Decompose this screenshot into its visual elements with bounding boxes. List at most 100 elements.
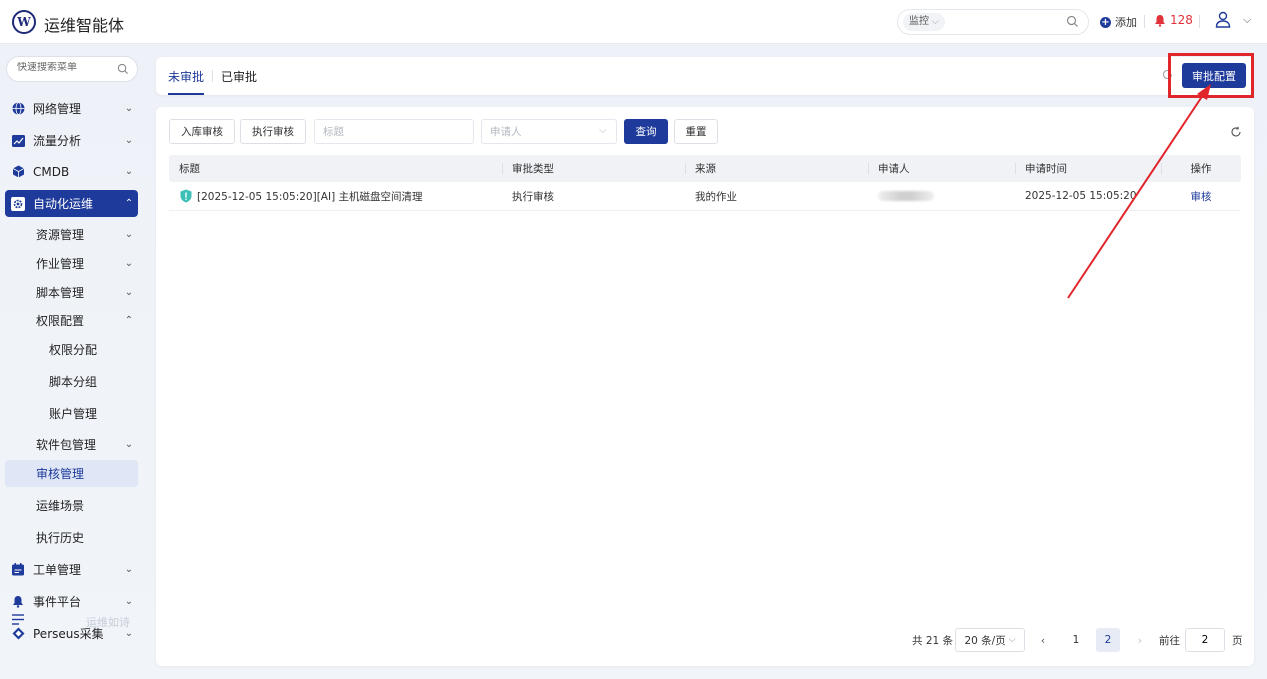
- sidebar-item-label: CMDB: [33, 164, 70, 179]
- chart-icon: [11, 134, 25, 148]
- approval-table: 标题 审批类型 来源 申请人 申请时间 操作 [2025-12-05 15:05…: [169, 155, 1241, 211]
- diamond-icon: [11, 627, 25, 641]
- action-cell: 审核: [1161, 182, 1241, 210]
- sidebar-item-label: 资源管理: [36, 228, 85, 242]
- app-title: 运维智能体: [44, 16, 125, 35]
- chevron-down-icon: ⌄: [124, 135, 134, 146]
- prev-page-button[interactable]: ‹: [1031, 628, 1055, 652]
- add-label: 添加: [1115, 16, 1137, 29]
- sidebar-item-scenario[interactable]: 运维场景: [5, 492, 138, 519]
- sidebar-item-ticket[interactable]: 工单管理 ⌄: [5, 556, 138, 583]
- page-size-select[interactable]: 20 条/页 ⌵: [955, 628, 1025, 652]
- exec-audit-button[interactable]: 执行审核: [240, 119, 306, 144]
- chevron-down-icon: ⌄: [124, 287, 134, 298]
- global-search-input[interactable]: [966, 13, 1066, 31]
- sidebar-item-label: 自动化运维: [33, 197, 94, 211]
- add-button[interactable]: + 添加: [1100, 14, 1137, 30]
- search-icon[interactable]: [117, 63, 129, 75]
- user-icon[interactable]: [1215, 11, 1231, 29]
- cube-icon: [11, 165, 25, 179]
- gear-icon: [11, 196, 25, 211]
- goto-page-input[interactable]: [1185, 628, 1225, 652]
- sidebar-item-package[interactable]: 软件包管理 ⌄: [5, 431, 138, 458]
- table-header: 标题 审批类型 来源 申请人 申请时间 操作: [169, 155, 1241, 182]
- applicant-cell: [868, 182, 1015, 210]
- sidebar-item-label: 权限分配: [49, 343, 98, 357]
- bell-icon: [1155, 14, 1165, 27]
- page-suffix: 页: [1232, 634, 1243, 647]
- sidebar-item-label: 软件包管理: [36, 438, 97, 452]
- audit-link[interactable]: 审核: [1191, 189, 1212, 204]
- tab-divider: [212, 70, 213, 82]
- sidebar-item-account[interactable]: 账户管理: [5, 400, 138, 427]
- query-button[interactable]: 查询: [624, 119, 668, 144]
- sidebar-item-label: 网络管理: [33, 102, 82, 116]
- chevron-down-icon: ⌄: [124, 166, 134, 177]
- chevron-up-icon: ⌃: [124, 315, 134, 326]
- next-page-button[interactable]: ›: [1128, 628, 1152, 652]
- chevron-down-icon: ⌵: [599, 125, 607, 136]
- tab-approved[interactable]: 已审批: [221, 68, 257, 93]
- sidebar-item-label: 权限配置: [36, 314, 85, 328]
- menu-search: [6, 56, 138, 82]
- top-header: W 运维智能体 监控 ⌵ + 添加 128 ⌵: [0, 0, 1267, 44]
- warehouse-audit-button[interactable]: 入库审核: [169, 119, 235, 144]
- column-header: 操作: [1161, 155, 1241, 182]
- globe-icon: [11, 102, 25, 116]
- sidebar-item-network[interactable]: 网络管理 ⌄: [5, 95, 138, 122]
- chevron-down-icon: ⌄: [124, 596, 134, 607]
- row-type: 执行审核: [512, 190, 554, 203]
- logo-letter: W: [17, 15, 31, 29]
- column-header: 来源: [685, 155, 868, 182]
- sidebar-item-label: 工单管理: [33, 563, 82, 577]
- page-button-current[interactable]: 2: [1096, 628, 1120, 652]
- sidebar-item-resource[interactable]: 资源管理 ⌄: [5, 221, 138, 248]
- sidebar-item-permission-assign[interactable]: 权限分配: [5, 336, 138, 363]
- sidebar-item-history[interactable]: 执行历史: [5, 524, 138, 551]
- sidebar-item-label: 脚本管理: [36, 286, 85, 300]
- sidebar-item-automation[interactable]: 自动化运维 ⌃: [5, 190, 138, 217]
- sidebar-item-permission[interactable]: 权限配置 ⌃: [5, 307, 138, 334]
- chevron-down-icon: ⌄: [124, 564, 134, 575]
- column-header: 审批类型: [502, 155, 685, 182]
- sidebar-item-label: 账户管理: [49, 407, 98, 421]
- sidebar-item-label: 事件平台: [33, 595, 82, 609]
- sidebar-item-script[interactable]: 脚本管理 ⌄: [5, 279, 138, 306]
- sidebar-item-label: 审核管理: [36, 467, 85, 481]
- menu-search-input[interactable]: [17, 62, 107, 73]
- sidebar-item-script-group[interactable]: 脚本分组: [5, 368, 138, 395]
- search-icon[interactable]: [1066, 15, 1079, 28]
- search-type-label: 监控: [909, 16, 929, 27]
- chevron-down-icon: ⌄: [124, 103, 134, 114]
- title-filter-input[interactable]: [314, 119, 474, 144]
- table-row: [2025-12-05 15:05:20][AI] 主机磁盘空间清理 执行审核 …: [169, 182, 1241, 211]
- alert-button[interactable]: 128: [1154, 13, 1193, 27]
- page-button[interactable]: 1: [1064, 628, 1088, 652]
- collapse-menu-icon[interactable]: [12, 614, 24, 625]
- sidebar-footer-text: 运维如诗: [86, 616, 130, 629]
- sidebar-item-cmdb[interactable]: CMDB ⌄: [5, 158, 138, 185]
- reset-button[interactable]: 重置: [674, 119, 718, 144]
- sidebar-item-label: 运维场景: [36, 499, 85, 513]
- row-source: 我的作业: [695, 190, 737, 203]
- page-size-label: 20 条/页: [964, 634, 1006, 647]
- main-panel: 入库审核 执行审核 ⌵ 查询 重置 标题 审批类型 来源 申请人 申请时间 操作…: [156, 107, 1254, 666]
- chevron-down-icon: ⌄: [124, 229, 134, 240]
- sidebar-item-audit[interactable]: 审核管理: [5, 460, 138, 487]
- global-search: 监控 ⌵: [897, 9, 1089, 35]
- sidebar-item-job[interactable]: 作业管理 ⌄: [5, 250, 138, 277]
- app-logo[interactable]: W: [12, 10, 36, 34]
- user-menu-chevron-icon[interactable]: ⌵: [1243, 13, 1251, 27]
- alert-count: 128: [1170, 13, 1193, 27]
- tab-unapproved[interactable]: 未审批: [168, 68, 205, 95]
- search-type-select[interactable]: 监控 ⌵: [903, 13, 945, 31]
- chevron-up-icon: ⌃: [124, 198, 134, 209]
- column-header: 标题: [179, 163, 200, 175]
- applicant-select[interactable]: [481, 119, 617, 144]
- sidebar-item-label: 脚本分组: [49, 375, 98, 389]
- refresh-icon[interactable]: [1230, 126, 1242, 138]
- sidebar-item-event[interactable]: 事件平台 ⌄: [5, 588, 138, 615]
- chevron-down-icon: ⌵: [1008, 635, 1016, 645]
- sidebar-item-traffic[interactable]: 流量分析 ⌄: [5, 127, 138, 154]
- column-header: 申请人: [868, 155, 1015, 182]
